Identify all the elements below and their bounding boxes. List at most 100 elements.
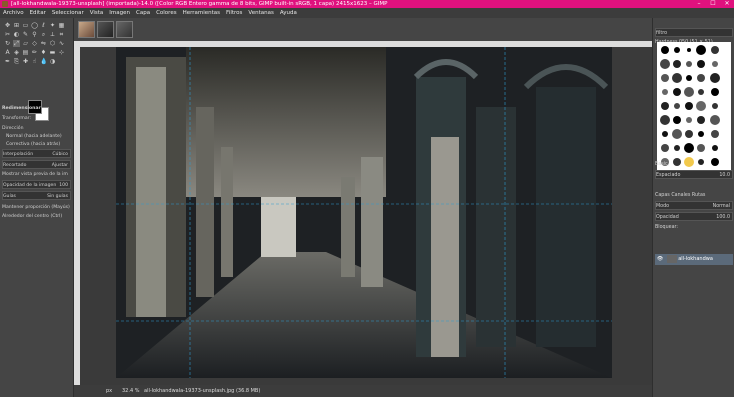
- zoom-select[interactable]: 32.4 %: [122, 385, 139, 397]
- maximize-button[interactable]: ☐: [706, 0, 720, 8]
- scale-tool-icon[interactable]: ⤢: [13, 40, 20, 47]
- smudge-tool-icon[interactable]: ☝: [31, 58, 38, 65]
- image-tab-thumbnail[interactable]: [116, 21, 133, 38]
- around-center-checkbox[interactable]: Alrededor del centro (Ctrl): [2, 212, 71, 221]
- ellipse-select-tool-icon[interactable]: ◯: [31, 22, 38, 29]
- move-tool-icon[interactable]: ✥: [4, 22, 11, 29]
- menu-archivo[interactable]: Archivo: [0, 8, 27, 18]
- clipping-label: Recortado: [3, 163, 27, 168]
- guides-select[interactable]: Guías Sin guías: [2, 191, 71, 200]
- layer-opacity-label: Opacidad: [656, 215, 679, 220]
- transform-label: Transformar:: [2, 116, 32, 121]
- layer-thumbnail: [666, 254, 677, 263]
- tool-name: Redimensionar: [2, 106, 41, 111]
- interpolation-label: Interpolación: [3, 152, 34, 157]
- dodge-tool-icon[interactable]: ◑: [49, 58, 56, 65]
- scissors-tool-icon[interactable]: ✂: [4, 31, 11, 38]
- measure-tool-icon[interactable]: ⟂: [49, 31, 56, 38]
- interpolation-select[interactable]: Interpolación Cúbico: [2, 149, 71, 158]
- layer-lock-label: Bloquear:: [655, 225, 679, 230]
- vertical-ruler: [74, 41, 80, 385]
- layer-row[interactable]: 👁 all-lokhandwa: [655, 254, 733, 265]
- brush-spacing-label: Espaciado: [656, 173, 681, 178]
- gimp-logo-icon: [2, 1, 8, 7]
- layer-mode-select[interactable]: Modo Normal: [655, 201, 733, 210]
- pencil-tool-icon[interactable]: ✏: [31, 49, 38, 56]
- image-opacity-value: 100: [59, 183, 68, 188]
- interpolation-value: Cúbico: [52, 152, 68, 157]
- menu-colores[interactable]: Colores: [153, 8, 180, 18]
- paintbrush-tool-icon[interactable]: ♦: [40, 49, 47, 56]
- menu-editar[interactable]: Editar: [27, 8, 49, 18]
- layer-opacity-field[interactable]: Opacidad 100.0: [655, 212, 733, 221]
- text-tool-icon[interactable]: A: [4, 49, 11, 56]
- layer-visibility-eye-icon[interactable]: 👁: [655, 254, 665, 265]
- right-dock: filtro Hardness 050 (51 × 51) Basic, Esp…: [652, 18, 734, 397]
- guides-label: Guías: [3, 194, 16, 199]
- menu-bar: Archivo Editar Seleccionar Vista Imagen Capa C…: [0, 8, 734, 18]
- menu-seleccionar[interactable]: Seleccionar: [49, 8, 87, 18]
- brush-grid[interactable]: [657, 42, 731, 176]
- direction-corrective-radio[interactable]: Correctiva (hacia atrás): [6, 140, 75, 149]
- ink-tool-icon[interactable]: ✒: [4, 58, 11, 65]
- shear-tool-icon[interactable]: ▱: [22, 40, 29, 47]
- zoom-tool-icon[interactable]: ⌕: [40, 31, 47, 38]
- menu-herramientas[interactable]: Herramientas: [180, 8, 223, 18]
- layer-mode-label: Modo: [656, 204, 670, 209]
- layer-opacity-value: 100.0: [716, 215, 730, 220]
- close-button[interactable]: ✕: [720, 0, 734, 8]
- preview-checkbox[interactable]: Mostrar vista previa de la im: [2, 170, 71, 179]
- status-bar: px 32.4 % all-lokhandwala-19373-unsplash…: [74, 385, 652, 397]
- clipping-select[interactable]: Recortado Ajustar: [2, 160, 71, 169]
- brush-filter-placeholder: filtro: [656, 31, 668, 36]
- minimize-button[interactable]: –: [692, 0, 706, 8]
- unit-select[interactable]: px: [106, 385, 112, 397]
- menu-imagen[interactable]: Imagen: [106, 8, 133, 18]
- eraser-tool-icon[interactable]: ▬: [49, 49, 56, 56]
- window-title: [all-lokhandwala-19373-unsplash] (import…: [11, 1, 388, 7]
- crop-tool-icon[interactable]: ⌗: [58, 31, 65, 38]
- layers-tabs: Capas Canales Rutas: [655, 191, 733, 200]
- brush-spacing-field[interactable]: Espaciado 10.0: [655, 170, 733, 179]
- tab-canales[interactable]: Canales: [671, 193, 690, 198]
- align-tool-icon[interactable]: ⊞: [13, 22, 20, 29]
- image-opacity-field[interactable]: Opacidad de la imagen 100: [2, 180, 71, 189]
- guides-value: Sin guías: [47, 194, 68, 199]
- perspective-tool-icon[interactable]: ◇: [31, 40, 38, 47]
- color-picker-tool-icon[interactable]: ⚲: [31, 31, 38, 38]
- fuzzy-select-tool-icon[interactable]: ✦: [49, 22, 56, 29]
- rect-select-tool-icon[interactable]: ▭: [22, 22, 29, 29]
- paths-tool-icon[interactable]: ✎: [22, 31, 29, 38]
- keep-aspect-checkbox[interactable]: Mantener proporción (Mayús): [2, 203, 71, 212]
- foreground-select-tool-icon[interactable]: ◐: [13, 31, 20, 38]
- color-select-tool-icon[interactable]: ▦: [58, 22, 65, 29]
- menu-vista[interactable]: Vista: [87, 8, 107, 18]
- blur-tool-icon[interactable]: 💧: [40, 58, 47, 65]
- brush-filter-input[interactable]: filtro: [655, 28, 733, 37]
- brush-spacing-value: 10.0: [719, 173, 730, 178]
- menu-capa[interactable]: Capa: [133, 8, 153, 18]
- brush-tag: Basic,: [655, 162, 670, 167]
- menu-ayuda[interactable]: Ayuda: [277, 8, 300, 18]
- image-canvas[interactable]: [116, 47, 612, 378]
- layer-mode-value: Normal: [712, 204, 730, 209]
- clipping-value: Ajustar: [51, 163, 68, 168]
- clone-tool-icon[interactable]: ⎘: [13, 58, 20, 65]
- airbrush-tool-icon[interactable]: ⊹: [58, 49, 65, 56]
- menu-filtros[interactable]: Filtros: [223, 8, 245, 18]
- cage-tool-icon[interactable]: ⬡: [49, 40, 56, 47]
- free-select-tool-icon[interactable]: ℓ: [40, 22, 47, 29]
- image-tab-thumbnail[interactable]: [78, 21, 95, 38]
- brush-thumbnails: [660, 45, 720, 167]
- bucket-fill-tool-icon[interactable]: ◈: [13, 49, 20, 56]
- menu-ventanas[interactable]: Ventanas: [245, 8, 276, 18]
- image-tab-thumbnail[interactable]: [97, 21, 114, 38]
- rotate-tool-icon[interactable]: ↻: [4, 40, 11, 47]
- tab-capas[interactable]: Capas: [655, 193, 670, 198]
- flip-tool-icon[interactable]: ⇋: [40, 40, 47, 47]
- tab-rutas[interactable]: Rutas: [692, 193, 705, 198]
- heal-tool-icon[interactable]: ✚: [22, 58, 29, 65]
- layer-name: all-lokhandwa: [678, 256, 713, 262]
- warp-tool-icon[interactable]: ∿: [58, 40, 65, 47]
- gradient-tool-icon[interactable]: ▤: [22, 49, 29, 56]
